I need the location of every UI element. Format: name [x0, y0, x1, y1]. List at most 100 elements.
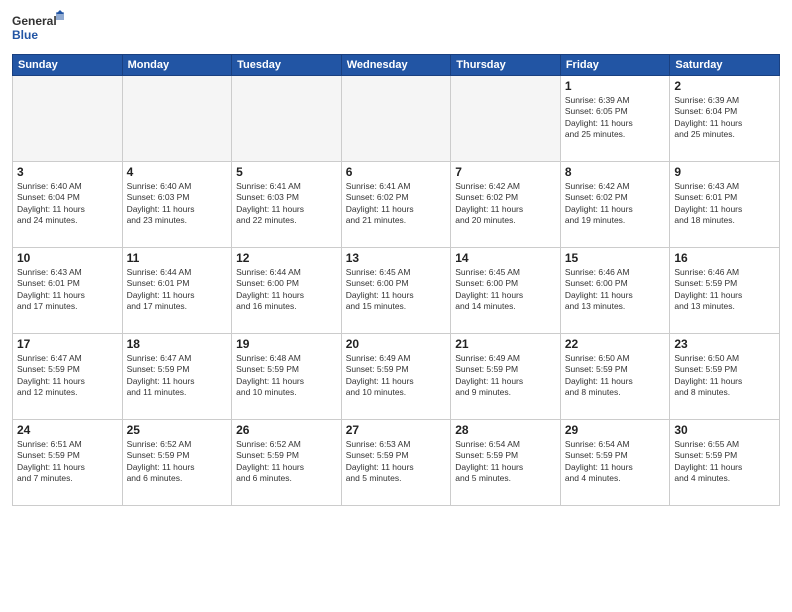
- cell-info: Sunrise: 6:43 AM Sunset: 6:01 PM Dayligh…: [17, 267, 118, 313]
- page: General Blue SundayMondayTuesdayWednesda…: [0, 0, 792, 612]
- weekday-sunday: Sunday: [13, 55, 123, 76]
- week-row-0: 1 Sunrise: 6:39 AM Sunset: 6:05 PM Daylig…: [13, 76, 780, 162]
- svg-text:Blue: Blue: [12, 28, 38, 42]
- day-number: 16: [674, 251, 775, 265]
- calendar-cell: 28 Sunrise: 6:54 AM Sunset: 5:59 PM Dayli…: [451, 420, 561, 506]
- calendar-cell: 22 Sunrise: 6:50 AM Sunset: 5:59 PM Dayli…: [560, 334, 670, 420]
- day-number: 15: [565, 251, 666, 265]
- calendar-cell: 27 Sunrise: 6:53 AM Sunset: 5:59 PM Dayli…: [341, 420, 451, 506]
- cell-info: Sunrise: 6:41 AM Sunset: 6:03 PM Dayligh…: [236, 181, 337, 227]
- calendar-cell: 1 Sunrise: 6:39 AM Sunset: 6:05 PM Daylig…: [560, 76, 670, 162]
- calendar-cell: 14Sunrise: 6:45 AM Sunset: 6:00 PM Dayli…: [451, 248, 561, 334]
- day-number: 13: [346, 251, 447, 265]
- cell-info: Sunrise: 6:42 AM Sunset: 6:02 PM Dayligh…: [455, 181, 556, 227]
- cell-info: Sunrise: 6:52 AM Sunset: 5:59 PM Dayligh…: [236, 439, 337, 485]
- svg-text:General: General: [12, 14, 57, 28]
- calendar-cell: 29Sunrise: 6:54 AM Sunset: 5:59 PM Dayli…: [560, 420, 670, 506]
- cell-info: Sunrise: 6:43 AM Sunset: 6:01 PM Dayligh…: [674, 181, 775, 227]
- day-number: 20: [346, 337, 447, 351]
- day-number: 12: [236, 251, 337, 265]
- day-number: 2: [674, 79, 775, 93]
- cell-info: Sunrise: 6:49 AM Sunset: 5:59 PM Dayligh…: [455, 353, 556, 399]
- day-number: 3: [17, 165, 118, 179]
- weekday-saturday: Saturday: [670, 55, 780, 76]
- day-number: 27: [346, 423, 447, 437]
- calendar-cell: 17 Sunrise: 6:47 AM Sunset: 5:59 PM Dayli…: [13, 334, 123, 420]
- calendar-cell: 4 Sunrise: 6:40 AM Sunset: 6:03 PM Daylig…: [122, 162, 232, 248]
- calendar-cell: 5 Sunrise: 6:41 AM Sunset: 6:03 PM Daylig…: [232, 162, 342, 248]
- calendar-cell: 3 Sunrise: 6:40 AM Sunset: 6:04 PM Daylig…: [13, 162, 123, 248]
- day-number: 11: [127, 251, 228, 265]
- weekday-thursday: Thursday: [451, 55, 561, 76]
- calendar-cell: [341, 76, 451, 162]
- cell-info: Sunrise: 6:47 AM Sunset: 5:59 PM Dayligh…: [17, 353, 118, 399]
- day-number: 28: [455, 423, 556, 437]
- calendar-cell: 21 Sunrise: 6:49 AM Sunset: 5:59 PM Dayli…: [451, 334, 561, 420]
- weekday-friday: Friday: [560, 55, 670, 76]
- calendar-cell: 30 Sunrise: 6:55 AM Sunset: 5:59 PM Dayli…: [670, 420, 780, 506]
- logo: General Blue: [12, 10, 64, 46]
- day-number: 17: [17, 337, 118, 351]
- calendar-cell: 2 Sunrise: 6:39 AM Sunset: 6:04 PM Daylig…: [670, 76, 780, 162]
- calendar-cell: 13Sunrise: 6:45 AM Sunset: 6:00 PM Dayli…: [341, 248, 451, 334]
- day-number: 24: [17, 423, 118, 437]
- calendar-cell: [122, 76, 232, 162]
- cell-info: Sunrise: 6:48 AM Sunset: 5:59 PM Dayligh…: [236, 353, 337, 399]
- cell-info: Sunrise: 6:52 AM Sunset: 5:59 PM Dayligh…: [127, 439, 228, 485]
- calendar-cell: [232, 76, 342, 162]
- calendar-cell: 6Sunrise: 6:41 AM Sunset: 6:02 PM Daylig…: [341, 162, 451, 248]
- cell-info: Sunrise: 6:45 AM Sunset: 6:00 PM Dayligh…: [455, 267, 556, 313]
- day-number: 6: [346, 165, 447, 179]
- cell-info: Sunrise: 6:39 AM Sunset: 6:04 PM Dayligh…: [674, 95, 775, 141]
- day-number: 5: [236, 165, 337, 179]
- cell-info: Sunrise: 6:54 AM Sunset: 5:59 PM Dayligh…: [455, 439, 556, 485]
- header: General Blue: [12, 10, 780, 46]
- day-number: 30: [674, 423, 775, 437]
- day-number: 4: [127, 165, 228, 179]
- cell-info: Sunrise: 6:42 AM Sunset: 6:02 PM Dayligh…: [565, 181, 666, 227]
- day-number: 9: [674, 165, 775, 179]
- calendar-cell: 16 Sunrise: 6:46 AM Sunset: 5:59 PM Dayli…: [670, 248, 780, 334]
- calendar-cell: 7Sunrise: 6:42 AM Sunset: 6:02 PM Daylig…: [451, 162, 561, 248]
- calendar-cell: 19 Sunrise: 6:48 AM Sunset: 5:59 PM Dayli…: [232, 334, 342, 420]
- calendar-cell: 23Sunrise: 6:50 AM Sunset: 5:59 PM Dayli…: [670, 334, 780, 420]
- calendar-cell: 10 Sunrise: 6:43 AM Sunset: 6:01 PM Dayli…: [13, 248, 123, 334]
- cell-info: Sunrise: 6:50 AM Sunset: 5:59 PM Dayligh…: [674, 353, 775, 399]
- cell-info: Sunrise: 6:53 AM Sunset: 5:59 PM Dayligh…: [346, 439, 447, 485]
- weekday-tuesday: Tuesday: [232, 55, 342, 76]
- cell-info: Sunrise: 6:46 AM Sunset: 6:00 PM Dayligh…: [565, 267, 666, 313]
- calendar-cell: 20Sunrise: 6:49 AM Sunset: 5:59 PM Dayli…: [341, 334, 451, 420]
- day-number: 21: [455, 337, 556, 351]
- cell-info: Sunrise: 6:46 AM Sunset: 5:59 PM Dayligh…: [674, 267, 775, 313]
- calendar-cell: 18 Sunrise: 6:47 AM Sunset: 5:59 PM Dayli…: [122, 334, 232, 420]
- day-number: 10: [17, 251, 118, 265]
- day-number: 19: [236, 337, 337, 351]
- week-row-1: 3 Sunrise: 6:40 AM Sunset: 6:04 PM Daylig…: [13, 162, 780, 248]
- calendar-cell: 8 Sunrise: 6:42 AM Sunset: 6:02 PM Daylig…: [560, 162, 670, 248]
- week-row-2: 10 Sunrise: 6:43 AM Sunset: 6:01 PM Dayli…: [13, 248, 780, 334]
- week-row-4: 24 Sunrise: 6:51 AM Sunset: 5:59 PM Dayli…: [13, 420, 780, 506]
- day-number: 26: [236, 423, 337, 437]
- calendar-cell: 25 Sunrise: 6:52 AM Sunset: 5:59 PM Dayli…: [122, 420, 232, 506]
- calendar-cell: 11 Sunrise: 6:44 AM Sunset: 6:01 PM Dayli…: [122, 248, 232, 334]
- cell-info: Sunrise: 6:55 AM Sunset: 5:59 PM Dayligh…: [674, 439, 775, 485]
- day-number: 29: [565, 423, 666, 437]
- weekday-monday: Monday: [122, 55, 232, 76]
- cell-info: Sunrise: 6:47 AM Sunset: 5:59 PM Dayligh…: [127, 353, 228, 399]
- calendar-cell: [13, 76, 123, 162]
- day-number: 18: [127, 337, 228, 351]
- day-number: 22: [565, 337, 666, 351]
- cell-info: Sunrise: 6:50 AM Sunset: 5:59 PM Dayligh…: [565, 353, 666, 399]
- day-number: 25: [127, 423, 228, 437]
- weekday-header-row: SundayMondayTuesdayWednesdayThursdayFrid…: [13, 55, 780, 76]
- day-number: 1: [565, 79, 666, 93]
- cell-info: Sunrise: 6:51 AM Sunset: 5:59 PM Dayligh…: [17, 439, 118, 485]
- cell-info: Sunrise: 6:39 AM Sunset: 6:05 PM Dayligh…: [565, 95, 666, 141]
- calendar-cell: 26 Sunrise: 6:52 AM Sunset: 5:59 PM Dayli…: [232, 420, 342, 506]
- day-number: 8: [565, 165, 666, 179]
- logo-svg: General Blue: [12, 10, 64, 46]
- cell-info: Sunrise: 6:40 AM Sunset: 6:04 PM Dayligh…: [17, 181, 118, 227]
- cell-info: Sunrise: 6:44 AM Sunset: 6:01 PM Dayligh…: [127, 267, 228, 313]
- calendar-cell: 15 Sunrise: 6:46 AM Sunset: 6:00 PM Dayli…: [560, 248, 670, 334]
- cell-info: Sunrise: 6:40 AM Sunset: 6:03 PM Dayligh…: [127, 181, 228, 227]
